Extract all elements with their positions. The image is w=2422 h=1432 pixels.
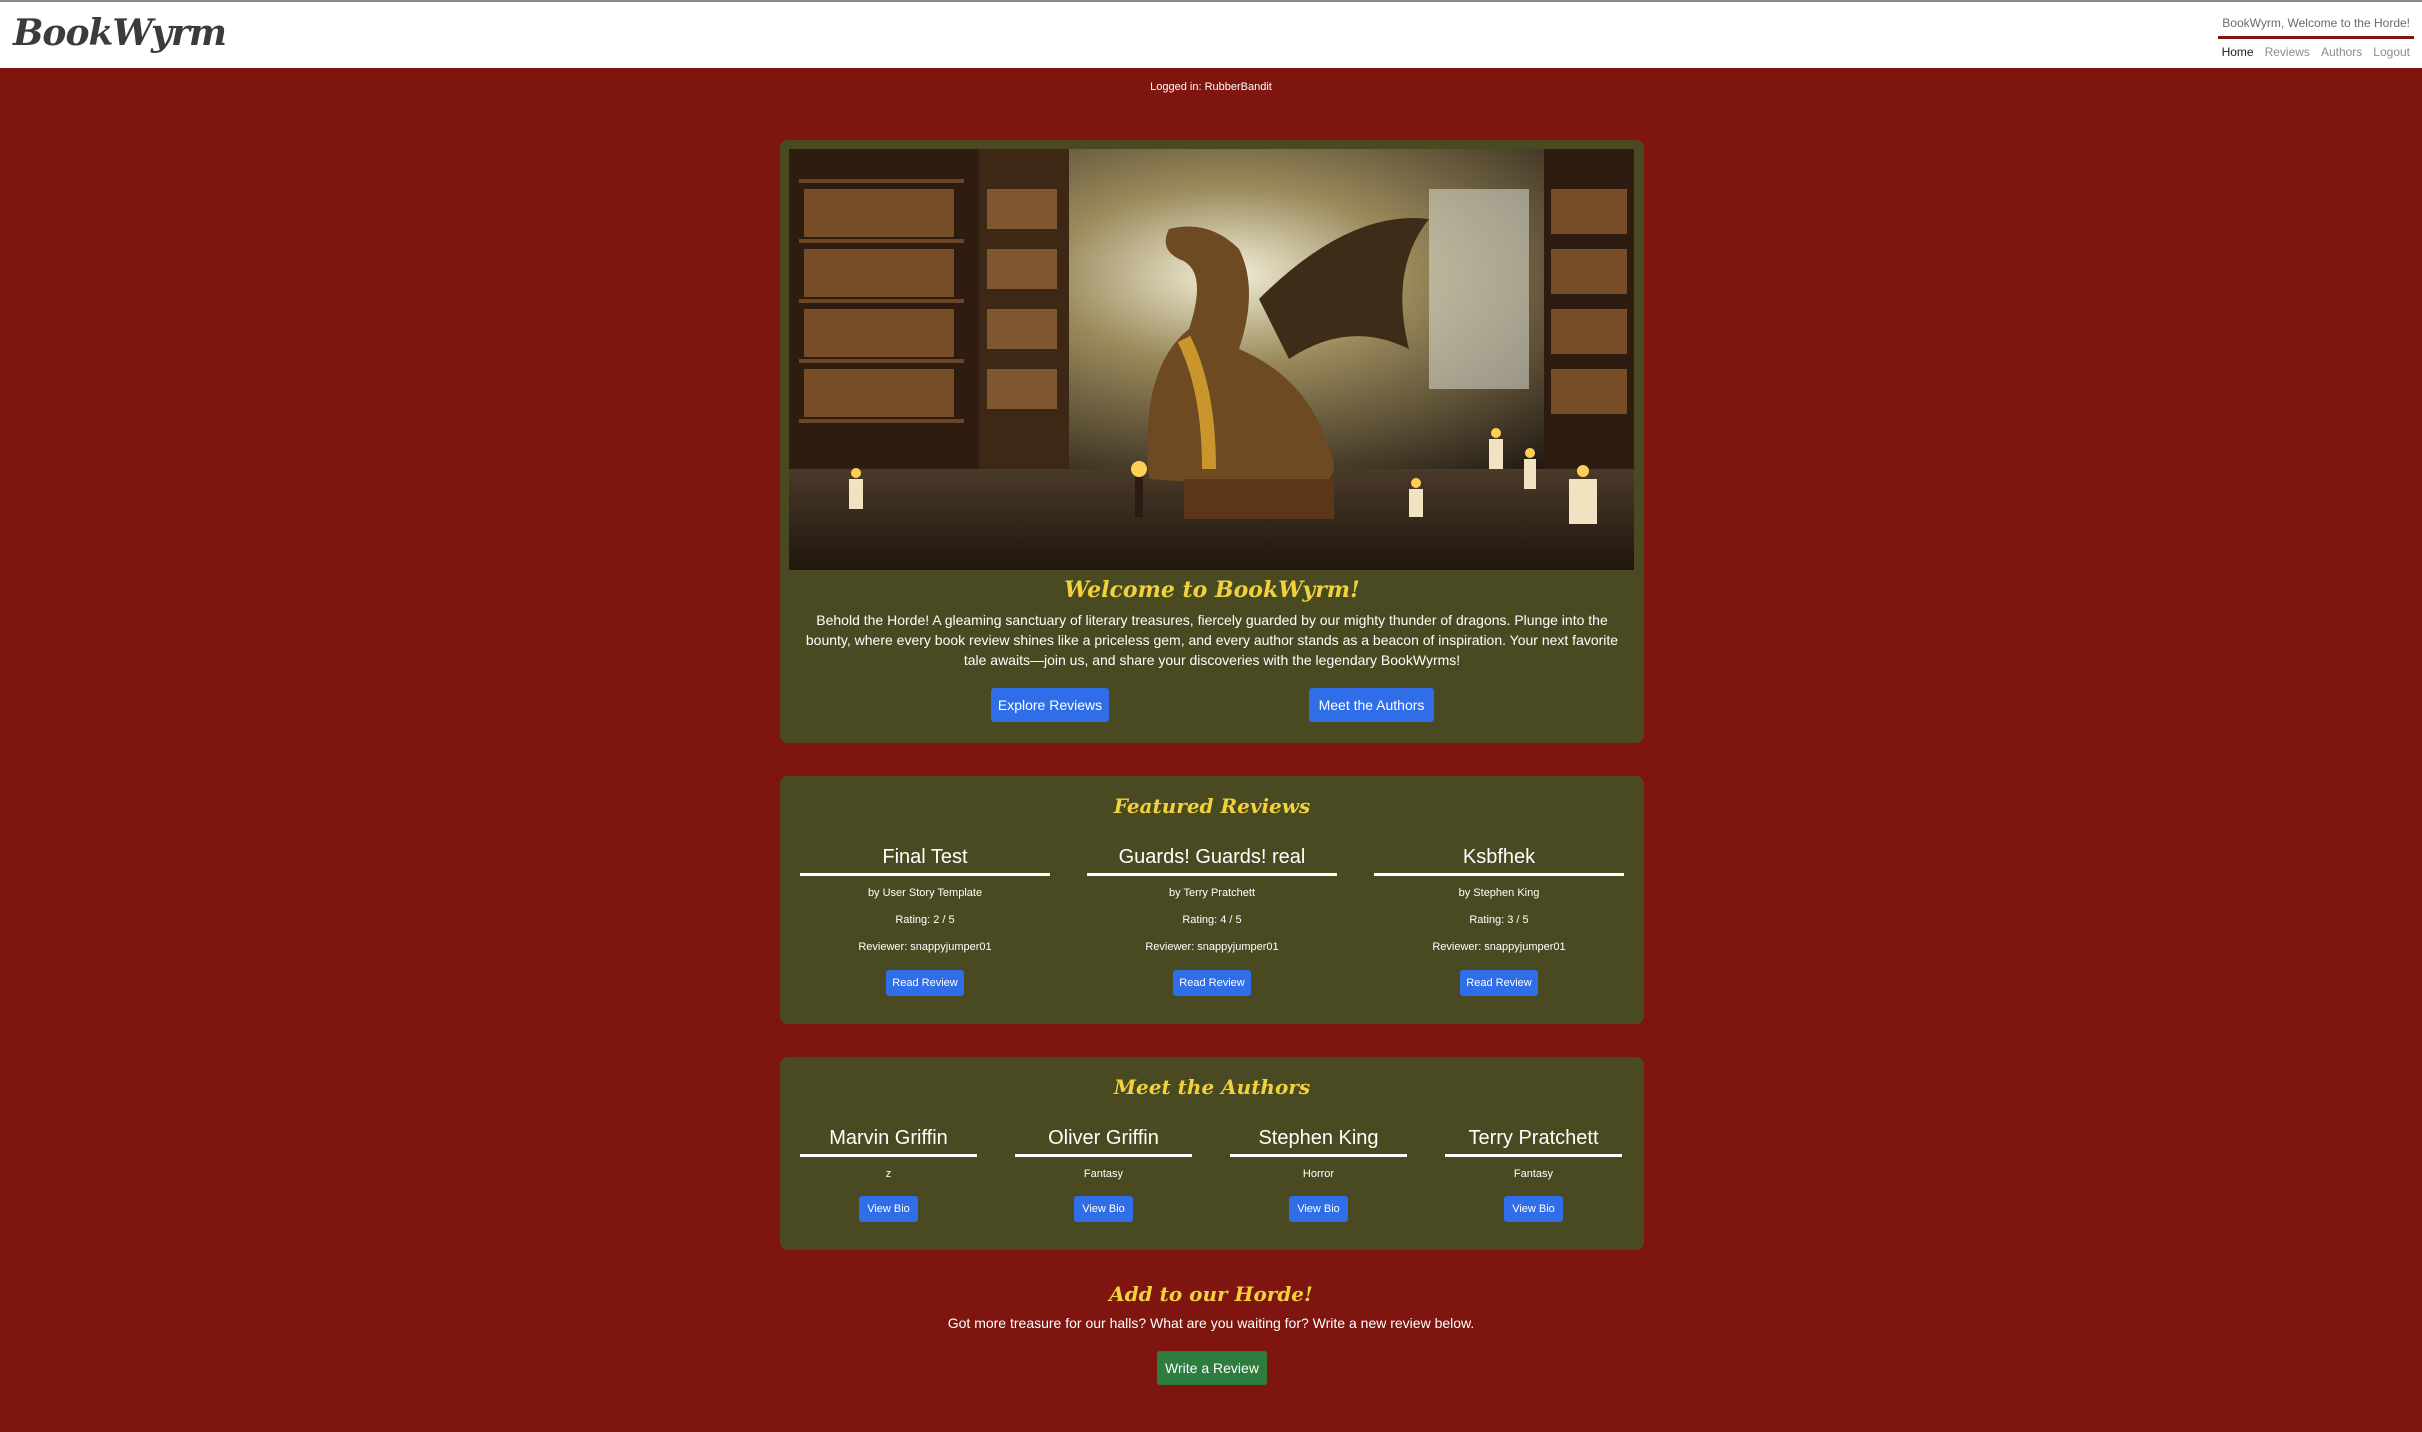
hero-title: Welcome to BookWyrm! <box>1064 577 1360 603</box>
review-author: by User Story Template <box>867 887 983 899</box>
featured-reviews-title: Featured Reviews <box>1113 794 1311 818</box>
review-title: Final Test <box>800 846 1050 876</box>
meet-authors-button[interactable]: Meet the Authors <box>1309 688 1434 722</box>
review-author: by Stephen King <box>1458 887 1540 899</box>
site-logo[interactable]: BookWyrm <box>13 12 227 54</box>
view-bio-button[interactable]: View Bio <box>1074 1196 1133 1222</box>
author-genre: z <box>885 1168 892 1180</box>
review-reviewer: Reviewer: snappyjumper01 <box>858 941 992 953</box>
review-reviewer: Reviewer: snappyjumper01 <box>1145 941 1279 953</box>
author-name: Stephen King <box>1230 1127 1407 1157</box>
nav-logout[interactable]: Logout <box>2373 45 2410 59</box>
write-review-button[interactable]: Write a Review <box>1157 1351 1267 1385</box>
author-card: Terry Pratchett Fantasy <box>1445 1127 1622 1184</box>
read-review-button[interactable]: Read Review <box>1460 970 1538 996</box>
author-name: Oliver Griffin <box>1015 1127 1192 1157</box>
review-card: Final Test by User Story Template Rating… <box>800 846 1050 957</box>
review-title: Ksbfhek <box>1374 846 1624 876</box>
author-genre: Fantasy <box>1513 1168 1554 1180</box>
view-bio-button[interactable]: View Bio <box>859 1196 918 1222</box>
review-rating: Rating: 2 / 5 <box>895 914 955 926</box>
nav-authors[interactable]: Authors <box>2321 45 2362 59</box>
author-card: Oliver Griffin Fantasy <box>1015 1127 1192 1184</box>
nav-reviews[interactable]: Reviews <box>2265 45 2310 59</box>
hero-panel: Welcome to BookWyrm! Behold the Horde! A… <box>780 140 1644 743</box>
read-review-button[interactable]: Read Review <box>1173 970 1251 996</box>
review-rating: Rating: 3 / 5 <box>1469 914 1529 926</box>
author-genre: Fantasy <box>1083 1168 1124 1180</box>
featured-reviews-panel: Featured Reviews Final Test by User Stor… <box>780 776 1644 1024</box>
view-bio-button[interactable]: View Bio <box>1504 1196 1563 1222</box>
review-title: Guards! Guards! real <box>1087 846 1337 876</box>
add-to-horde-title: Add to our Horde! <box>1109 1282 1313 1306</box>
main-nav: Home Reviews Authors Logout <box>2222 45 2410 59</box>
meet-authors-title: Meet the Authors <box>1113 1075 1311 1099</box>
nav-home[interactable]: Home <box>2222 45 2254 59</box>
explore-reviews-button[interactable]: Explore Reviews <box>991 688 1109 722</box>
review-author: by Terry Pratchett <box>1169 887 1255 899</box>
review-rating: Rating: 4 / 5 <box>1182 914 1242 926</box>
hero-description: Behold the Horde! A gleaming sanctuary o… <box>805 612 1619 668</box>
author-card: Marvin Griffin z <box>800 1127 977 1184</box>
author-genre: Horror <box>1302 1168 1335 1180</box>
author-card: Stephen King Horror <box>1230 1127 1407 1184</box>
site-header: BookWyrm BookWyrm, Welcome to the Horde!… <box>0 0 2422 68</box>
site-tagline: BookWyrm, Welcome to the Horde! <box>2218 16 2414 39</box>
hero-dragon-library-image <box>789 149 1634 570</box>
meet-authors-panel: Meet the Authors Marvin Griffin z View B… <box>780 1057 1644 1250</box>
view-bio-button[interactable]: View Bio <box>1289 1196 1348 1222</box>
review-card: Ksbfhek by Stephen King Rating: 3 / 5 Re… <box>1374 846 1624 957</box>
review-card: Guards! Guards! real by Terry Pratchett … <box>1087 846 1337 957</box>
author-name: Marvin Griffin <box>800 1127 977 1157</box>
author-name: Terry Pratchett <box>1445 1127 1622 1157</box>
add-to-horde-text: Got more treasure for our halls? What ar… <box>947 1315 1475 1331</box>
logged-in-status: Logged in: RubberBandit <box>1150 81 1272 93</box>
review-reviewer: Reviewer: snappyjumper01 <box>1432 941 1566 953</box>
read-review-button[interactable]: Read Review <box>886 970 964 996</box>
